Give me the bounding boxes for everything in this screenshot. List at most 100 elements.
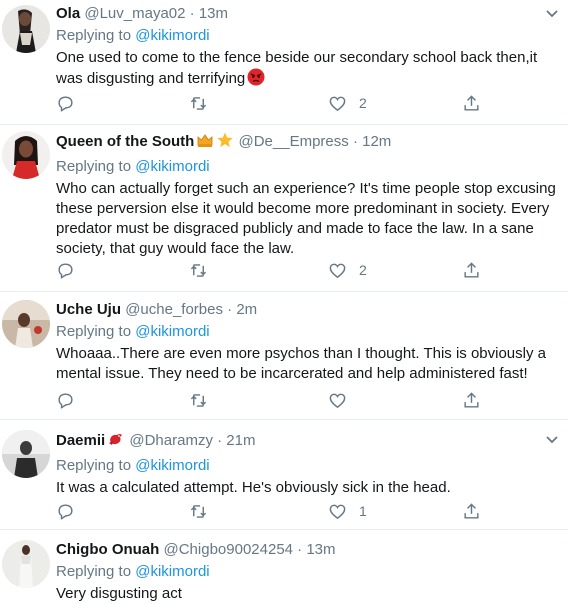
reply-icon (58, 262, 73, 279)
tweet-content: Ola @Luv_maya02 · 13m Replying to @kikim… (56, 4, 558, 92)
share-button[interactable] (462, 92, 481, 114)
tweet: Uche Uju @uche_forbes · 2m Replying to @… (0, 292, 568, 420)
tweet-header: Ola @Luv_maya02 · 13m (56, 4, 558, 24)
avatar-image (2, 300, 50, 348)
like-icon (329, 393, 346, 408)
reply-button[interactable] (56, 389, 75, 411)
user-handle[interactable]: @Luv_maya02 (84, 5, 185, 22)
user-handle[interactable]: @Dharamzy (129, 432, 213, 449)
like-button[interactable]: 1 (328, 500, 367, 522)
replying-to-label: Replying to (56, 27, 136, 44)
share-button[interactable] (462, 389, 481, 411)
tweet: Ola @Luv_maya02 · 13m Replying to @kikim… (0, 0, 568, 125)
like-button[interactable] (328, 389, 359, 411)
timestamp[interactable]: 12m (362, 133, 391, 150)
star-icon (216, 131, 234, 155)
mention-link[interactable]: @kikimordi (135, 27, 209, 44)
mention-link[interactable]: @kikimordi (135, 158, 209, 175)
like-count: 1 (359, 503, 367, 519)
reply-button[interactable] (56, 500, 75, 522)
retweet-button[interactable] (189, 92, 208, 114)
share-icon (464, 261, 479, 278)
mention-link[interactable]: @kikimordi (135, 563, 209, 580)
reply-icon (58, 95, 73, 112)
red-bird-icon (107, 430, 125, 454)
replying-to-label: Replying to (56, 323, 136, 340)
retweet-icon (190, 263, 207, 277)
share-icon (464, 94, 479, 111)
avatar-image (2, 5, 50, 53)
retweet-icon (190, 96, 207, 110)
tweet-actions (56, 389, 486, 411)
display-name[interactable]: Chigbo Onuah (56, 541, 159, 558)
like-icon (329, 96, 346, 111)
tweet: Chigbo Onuah @Chigbo90024254 · 13m Reply… (0, 530, 568, 603)
more-chevron-icon[interactable] (540, 430, 564, 450)
tweet-text: Who can actually forget such an experien… (56, 179, 558, 259)
tweet-content: Uche Uju @uche_forbes · 2m Replying to @… (56, 300, 558, 384)
reply-button[interactable] (56, 259, 75, 281)
avatar-image (2, 430, 50, 478)
angry-face-icon (247, 68, 265, 92)
display-name[interactable]: Uche Uju (56, 301, 121, 318)
separator-dot: · (217, 432, 223, 449)
like-button[interactable]: 2 (328, 259, 367, 281)
more-chevron-icon[interactable] (540, 4, 564, 24)
replying-to: Replying to @kikimordi (56, 322, 558, 342)
tweet-text: One used to come to the fence beside our… (56, 48, 558, 92)
tweet-header: Daemii @Dharamzy · 21m (56, 430, 558, 454)
timestamp[interactable]: 13m (199, 5, 228, 22)
avatar[interactable] (2, 131, 50, 179)
tweet: Daemii @Dharamzy · 21m Replying to @kiki… (0, 420, 568, 530)
display-name[interactable]: Daemii (56, 432, 105, 449)
separator-dot: · (189, 5, 195, 22)
tweet-text-content: It was a calculated attempt. He's obviou… (56, 479, 451, 496)
like-icon (329, 504, 346, 519)
avatar-image (2, 131, 50, 179)
replying-to: Replying to @kikimordi (56, 562, 558, 582)
share-icon (464, 391, 479, 408)
replying-to: Replying to @kikimordi (56, 456, 558, 476)
tweet-content: Chigbo Onuah @Chigbo90024254 · 13m Reply… (56, 540, 558, 604)
user-handle[interactable]: @De__Empress (239, 133, 349, 150)
tweet-header: Chigbo Onuah @Chigbo90024254 · 13m (56, 540, 558, 560)
replying-to-label: Replying to (56, 457, 136, 474)
avatar[interactable] (2, 540, 50, 588)
replying-to-label: Replying to (56, 563, 136, 580)
user-handle[interactable]: @Chigbo90024254 (164, 541, 294, 558)
like-button[interactable]: 2 (328, 92, 367, 114)
retweet-button[interactable] (189, 500, 208, 522)
separator-dot: · (227, 301, 233, 318)
reply-icon (58, 392, 73, 409)
mention-link[interactable]: @kikimordi (135, 323, 209, 340)
share-button[interactable] (462, 500, 481, 522)
tweet: Queen of the South @De__Empress · 12m Re… (0, 125, 568, 292)
tweet-header: Queen of the South @De__Empress · 12m (56, 131, 558, 155)
replying-to-label: Replying to (56, 158, 136, 175)
tweet-text: Whoaaa..There are even more psychos than… (56, 344, 558, 384)
avatar[interactable] (2, 300, 50, 348)
reply-button[interactable] (56, 92, 75, 114)
crown-icon (196, 131, 214, 155)
timestamp[interactable]: 2m (236, 301, 257, 318)
retweet-button[interactable] (189, 389, 208, 411)
retweet-icon (190, 504, 207, 518)
tweet-header: Uche Uju @uche_forbes · 2m (56, 300, 558, 320)
display-name[interactable]: Queen of the South (56, 133, 194, 150)
avatar[interactable] (2, 430, 50, 478)
timestamp[interactable]: 13m (306, 541, 335, 558)
mention-link[interactable]: @kikimordi (135, 457, 209, 474)
retweet-button[interactable] (189, 259, 208, 281)
avatar[interactable] (2, 5, 50, 53)
tweet-text-content: Very disgusting act (56, 585, 182, 602)
like-count: 2 (359, 262, 367, 278)
replying-to: Replying to @kikimordi (56, 26, 558, 46)
display-name[interactable]: Ola (56, 5, 80, 22)
tweet-text-content: One used to come to the fence beside our… (56, 49, 538, 87)
timestamp[interactable]: 21m (226, 432, 255, 449)
user-handle[interactable]: @uche_forbes (125, 301, 223, 318)
tweet-text-content: Whoaaa..There are even more psychos than… (56, 345, 546, 382)
share-icon (464, 502, 479, 519)
share-button[interactable] (462, 259, 481, 281)
replying-to: Replying to @kikimordi (56, 157, 558, 177)
